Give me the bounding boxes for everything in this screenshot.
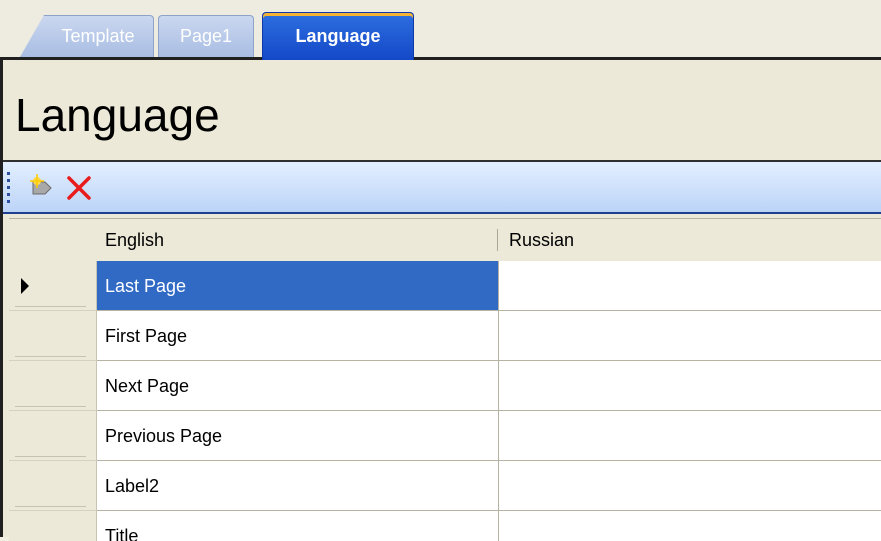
translation-grid: English Russian Last Page First Page Nex… bbox=[9, 218, 881, 541]
tab-label: Template bbox=[61, 26, 135, 46]
row-selector[interactable] bbox=[9, 461, 97, 511]
tab-strip: Template Page1 Language bbox=[0, 0, 881, 60]
tab-language[interactable]: Language bbox=[262, 12, 414, 60]
russian-cell[interactable] bbox=[499, 361, 881, 411]
russian-cell[interactable] bbox=[499, 261, 881, 311]
russian-cell[interactable] bbox=[499, 461, 881, 511]
english-cell[interactable]: Previous Page bbox=[97, 411, 499, 461]
table-row[interactable]: Label2 bbox=[9, 461, 881, 511]
column-header-english[interactable]: English bbox=[105, 219, 164, 261]
row-selector[interactable] bbox=[9, 261, 97, 311]
english-cell[interactable]: First Page bbox=[97, 311, 499, 361]
toolbar bbox=[3, 162, 881, 214]
column-divider[interactable] bbox=[497, 229, 498, 251]
language-panel: Language English Russian Last Page First… bbox=[0, 57, 881, 541]
toolbar-grip[interactable] bbox=[7, 172, 10, 204]
tab-label: Language bbox=[295, 26, 381, 46]
table-row[interactable]: Previous Page bbox=[9, 411, 881, 461]
english-cell[interactable]: Label2 bbox=[97, 461, 499, 511]
russian-cell[interactable] bbox=[499, 311, 881, 361]
new-row-icon bbox=[30, 174, 52, 195]
table-row[interactable]: Last Page bbox=[9, 261, 881, 311]
delete-row-button[interactable] bbox=[63, 172, 95, 204]
tab-template[interactable]: Template bbox=[20, 15, 154, 57]
table-row[interactable]: First Page bbox=[9, 311, 881, 361]
page-title: Language bbox=[15, 89, 220, 141]
row-selector[interactable] bbox=[9, 311, 97, 361]
column-header-russian[interactable]: Russian bbox=[509, 219, 574, 261]
row-selector[interactable] bbox=[9, 361, 97, 411]
tab-label: Page1 bbox=[179, 26, 233, 46]
current-row-icon bbox=[21, 278, 29, 294]
english-cell[interactable]: Next Page bbox=[97, 361, 499, 411]
delete-icon bbox=[67, 176, 91, 200]
table-row[interactable]: Next Page bbox=[9, 361, 881, 411]
row-selector[interactable] bbox=[9, 411, 97, 461]
tab-page1[interactable]: Page1 bbox=[158, 15, 254, 57]
new-row-button[interactable] bbox=[25, 172, 57, 204]
english-cell[interactable]: Last Page bbox=[97, 261, 499, 311]
russian-cell[interactable] bbox=[499, 411, 881, 461]
grid-header: English Russian bbox=[9, 219, 881, 262]
